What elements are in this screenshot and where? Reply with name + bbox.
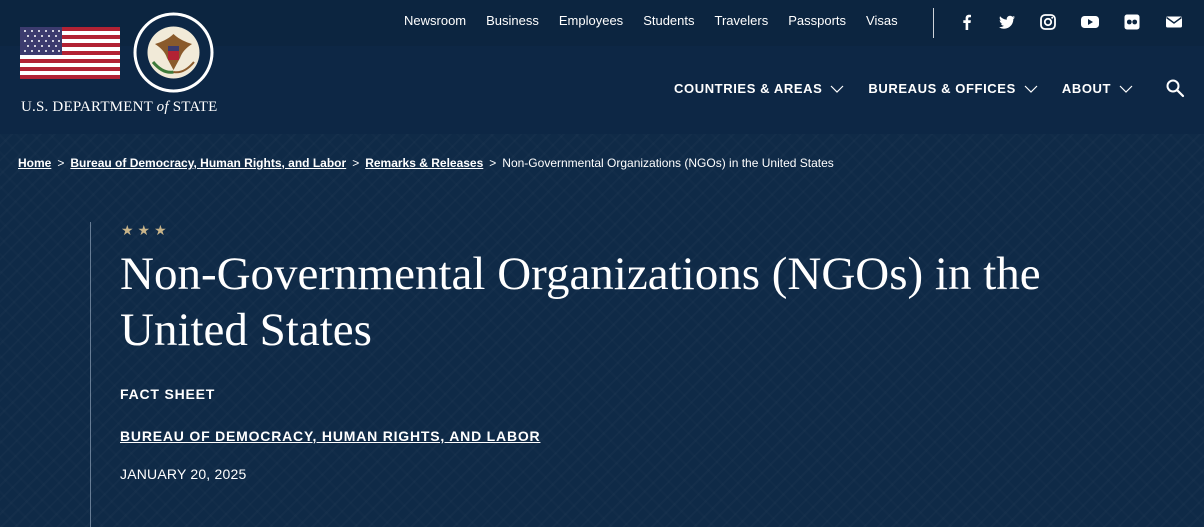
page-title: Non-Governmental Organizations (NGOs) in… xyxy=(120,248,1041,356)
flickr-icon[interactable] xyxy=(1123,13,1141,31)
breadcrumb-bureau[interactable]: Bureau of Democracy, Human Rights, and L… xyxy=(70,156,346,170)
util-nav-passports[interactable]: Passports xyxy=(788,13,846,28)
department-name[interactable]: U.S. DEPARTMENT of STATE xyxy=(21,99,218,116)
chevron-down-icon xyxy=(1024,85,1038,93)
chevron-down-icon xyxy=(830,85,844,93)
util-nav-employees[interactable]: Employees xyxy=(559,13,623,28)
stars-ornament: ★★★ xyxy=(121,222,171,238)
breadcrumb-separator: > xyxy=(489,156,497,170)
nav-bureaus-offices[interactable]: BUREAUS & OFFICES xyxy=(868,81,1038,96)
nav-about[interactable]: ABOUT xyxy=(1062,81,1133,96)
bureau-link[interactable]: BUREAU OF DEMOCRACY, HUMAN RIGHTS, AND L… xyxy=(120,428,540,444)
util-nav-business[interactable]: Business xyxy=(486,13,539,28)
breadcrumb-separator: > xyxy=(352,156,360,170)
breadcrumb-current: Non-Governmental Organizations (NGOs) in… xyxy=(502,156,834,170)
dept-name-of: of xyxy=(156,99,169,115)
dept-name-part: U.S. DEPARTMENT xyxy=(21,99,153,115)
nav-countries-areas[interactable]: COUNTRIES & AREAS xyxy=(674,81,844,96)
department-seal-logo[interactable] xyxy=(133,12,214,93)
util-nav-students[interactable]: Students xyxy=(643,13,694,28)
instagram-icon[interactable] xyxy=(1039,13,1057,31)
util-nav-travelers[interactable]: Travelers xyxy=(715,13,769,28)
search-icon[interactable] xyxy=(1165,78,1185,98)
youtube-icon[interactable] xyxy=(1080,13,1100,31)
publish-date: JANUARY 20, 2025 xyxy=(120,466,247,482)
article-type: FACT SHEET xyxy=(120,386,216,402)
util-nav-visas[interactable]: Visas xyxy=(866,13,898,28)
utility-divider xyxy=(933,8,934,38)
facebook-icon[interactable] xyxy=(958,13,976,31)
breadcrumb: Home > Bureau of Democracy, Human Rights, … xyxy=(18,153,838,173)
article-accent-line xyxy=(90,222,91,527)
breadcrumb-home[interactable]: Home xyxy=(18,156,51,170)
utility-nav: Newsroom Business Employees Students Tra… xyxy=(404,13,918,28)
breadcrumb-separator: > xyxy=(57,156,65,170)
nav-label: COUNTRIES & AREAS xyxy=(674,81,823,96)
util-nav-newsroom[interactable]: Newsroom xyxy=(404,13,466,28)
nav-label: ABOUT xyxy=(1061,81,1112,96)
dept-name-part: STATE xyxy=(172,99,218,115)
nav-label: BUREAUS & OFFICES xyxy=(868,81,1016,96)
email-icon[interactable] xyxy=(1165,13,1183,31)
breadcrumb-remarks[interactable]: Remarks & Releases xyxy=(365,156,483,170)
main-nav: COUNTRIES & AREAS BUREAUS & OFFICES ABOU… xyxy=(674,81,1157,96)
twitter-icon[interactable] xyxy=(998,13,1016,31)
chevron-down-icon xyxy=(1119,85,1133,93)
us-flag-logo[interactable] xyxy=(20,27,120,79)
